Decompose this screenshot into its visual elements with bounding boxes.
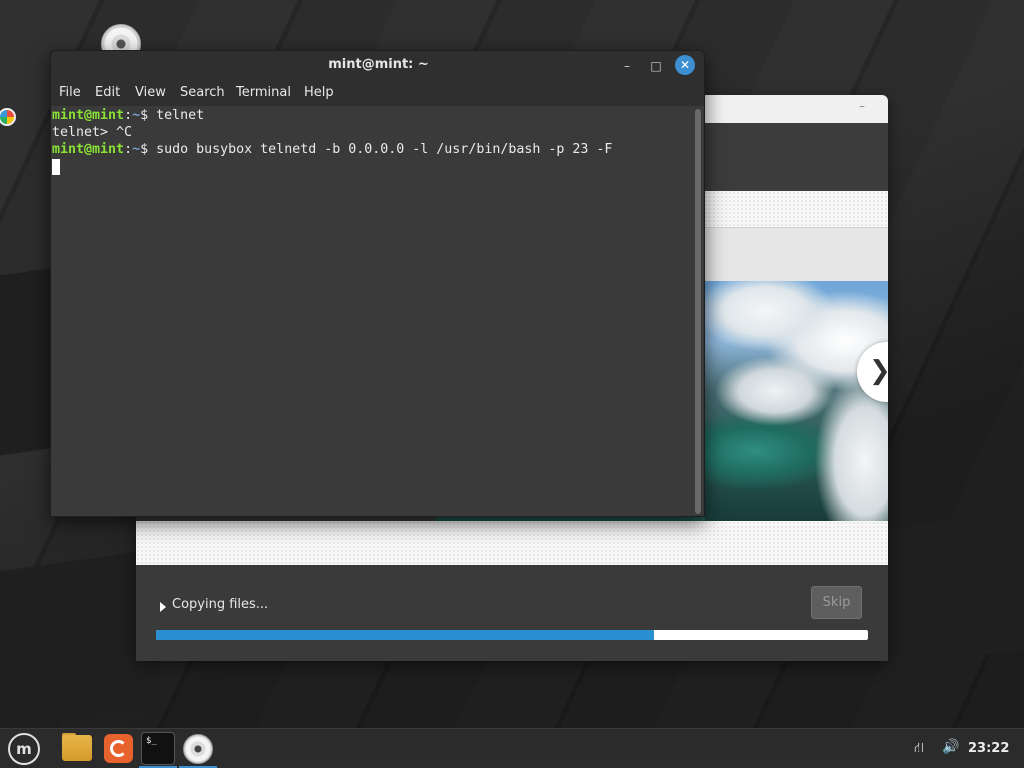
firefox-icon[interactable]: [104, 734, 133, 763]
start-menu-button[interactable]: m: [4, 729, 40, 768]
prompt-path: ~: [132, 108, 141, 123]
menu-edit[interactable]: Edit: [95, 85, 120, 100]
terminal-line: mint@mint:~$ telnet: [52, 108, 204, 123]
slideshow-lower: [136, 521, 888, 565]
prompt-path: ~: [132, 142, 141, 157]
close-icon[interactable]: ✕: [675, 55, 695, 75]
progress-fill: [156, 630, 655, 640]
skip-button[interactable]: Skip: [811, 586, 862, 619]
volume-icon[interactable]: 🔊: [942, 739, 962, 757]
window-title: mint@mint: ~: [328, 57, 429, 72]
menu-view[interactable]: View: [135, 85, 166, 100]
command-text: $ sudo busybox telnetd -b 0.0.0.0 -l /us…: [140, 142, 613, 157]
wallpaper-shape: [880, 509, 1024, 671]
menu-file[interactable]: File: [59, 85, 81, 100]
menu-help[interactable]: Help: [304, 85, 334, 100]
linux-mint-logo-icon: m: [8, 733, 40, 765]
command-text: $ telnet: [140, 108, 205, 123]
terminal-titlebar[interactable]: mint@mint: ~ – □ ✕: [51, 51, 704, 81]
terminal-taskbar-icon[interactable]: $_: [141, 732, 175, 765]
progress-bar: [156, 630, 868, 640]
menu-search[interactable]: Search: [180, 85, 225, 100]
folder-icon[interactable]: [62, 735, 92, 761]
clock[interactable]: 23:22: [968, 741, 1009, 756]
terminal-line: mint@mint:~$ sudo busybox telnetd -b 0.0…: [52, 142, 612, 157]
disc-taskbar-icon[interactable]: [183, 734, 213, 764]
slideshow-photo: [705, 281, 888, 521]
menu-bar: File Edit View Search Terminal Help: [51, 81, 704, 106]
menu-terminal[interactable]: Terminal: [236, 85, 291, 100]
network-icon[interactable]: ⛙: [914, 740, 934, 758]
minimize-icon[interactable]: –: [854, 99, 870, 115]
text-cursor: [52, 159, 60, 175]
prompt-separator: :: [124, 108, 133, 123]
scrollbar[interactable]: [695, 109, 701, 514]
status-text[interactable]: Copying files...: [172, 597, 268, 612]
prompt-user: mint@mint: [52, 108, 125, 123]
maximize-icon[interactable]: □: [646, 56, 666, 76]
terminal-line: telnet> ^C: [52, 125, 133, 140]
minimize-icon[interactable]: –: [617, 56, 637, 76]
prompt-separator: :: [124, 142, 133, 157]
taskbar: m $_ ⛙ 🔊 23:22: [0, 728, 1024, 768]
chevron-right-icon: ❯: [869, 356, 888, 386]
prompt-user: mint@mint: [52, 142, 125, 157]
firefox-glyph: [110, 740, 127, 757]
expander-arrow-icon[interactable]: [160, 602, 166, 612]
terminal-output[interactable]: mint@mint:~$ telnet telnet> ^C mint@mint…: [51, 106, 704, 516]
installer-footer: Copying files... Skip: [136, 565, 888, 661]
terminal-window: mint@mint: ~ – □ ✕ File Edit View Search…: [50, 50, 705, 517]
